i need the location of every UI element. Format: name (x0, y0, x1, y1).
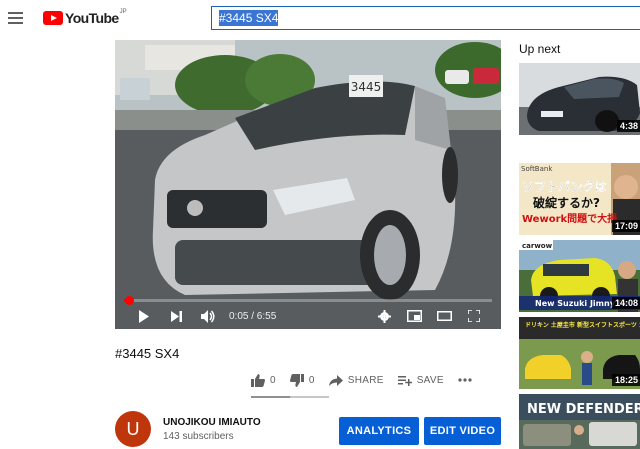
edit-video-button[interactable]: EDIT VIDEO (424, 417, 501, 445)
sentiment-bar-fill (251, 396, 290, 398)
duration-badge: 4:38 (616, 120, 640, 132)
video-title: #3445 SX4 (115, 346, 180, 361)
youtube-play-icon (43, 11, 63, 25)
duration-badge: 18:25 (611, 374, 640, 386)
thumbnail-image: NEW DEFENDER (519, 394, 640, 449)
up-next-item[interactable]: SoftBank ソフトバンクは 破綻するか? Wework問題で大揺 17:0… (519, 163, 640, 235)
subscriber-count: 143 subscribers (163, 431, 234, 442)
thumb-headline-1: ソフトバンクは (522, 180, 607, 194)
play-icon[interactable] (133, 306, 155, 326)
player-controls: 0:05 / 6:55 (115, 304, 501, 328)
volume-icon[interactable] (197, 306, 219, 326)
up-next-item[interactable]: ドリキン 土屋圭市 新型スイフトスポーツ ガチンコテスト!! 18:25 (519, 317, 640, 389)
share-arrow-icon (328, 374, 343, 386)
next-icon[interactable] (165, 306, 187, 326)
up-next-item[interactable]: NEW DEFENDER (519, 394, 640, 449)
miniplayer-icon[interactable] (403, 306, 425, 326)
menu-icon[interactable] (8, 12, 23, 24)
more-actions-icon[interactable] (458, 378, 472, 382)
like-count: 0 (270, 374, 276, 386)
dislike-count: 0 (308, 374, 315, 386)
thumbs-down-icon (289, 373, 304, 387)
up-next-item[interactable]: carwow New Suzuki Jimny Re 14:08 (519, 240, 640, 312)
share-button[interactable]: SHARE (328, 374, 384, 386)
share-label: SHARE (347, 374, 384, 386)
add-to-playlist-icon (397, 375, 412, 386)
up-next-item[interactable]: 4:38 (519, 63, 640, 135)
thumb-headline-3: Wework問題で大揺 (522, 212, 617, 225)
search-input[interactable]: #3445 SX4 (211, 6, 640, 30)
thumb-caption: ドリキン 土屋圭市 新型スイフトスポーツ ガチンコテスト!! (525, 321, 640, 329)
video-player[interactable]: 3445 0:05 / 6:55 (115, 40, 501, 329)
progress-bar[interactable] (124, 296, 492, 305)
thumb-headline-2: 破綻するか? (533, 195, 600, 210)
logo-wordmark: YouTube (65, 10, 119, 26)
thumb-caption: NEW DEFENDER (527, 402, 640, 417)
thumbs-up-icon (251, 373, 265, 387)
youtube-logo[interactable]: YouTube JP (43, 9, 127, 26)
duration-badge: 17:09 (611, 220, 640, 232)
video-actions: 0 0 SHARE SAVE (251, 371, 486, 389)
save-button[interactable]: SAVE (397, 374, 444, 386)
time-display: 0:05 / 6:55 (229, 310, 277, 322)
like-button[interactable]: 0 (251, 373, 276, 387)
logo-region: JP (119, 9, 127, 15)
search-query-text: #3445 SX4 (219, 10, 279, 26)
thumb-brand: carwow (522, 242, 553, 250)
channel-name[interactable]: UNOJIKOU IMIAUTO (163, 417, 261, 428)
thumb-brand: SoftBank (521, 165, 553, 173)
sentiment-bar (251, 396, 329, 398)
up-next-heading: Up next (519, 42, 561, 56)
settings-gear-icon[interactable] (373, 306, 395, 326)
save-label: SAVE (416, 374, 444, 386)
windshield-plate: 3445 (351, 80, 382, 94)
theater-mode-icon[interactable] (433, 306, 455, 326)
dislike-button[interactable]: 0 (289, 373, 315, 387)
video-frame: 3445 (115, 40, 501, 329)
duration-badge: 14:08 (611, 297, 640, 309)
analytics-button[interactable]: ANALYTICS (339, 417, 419, 445)
avatar[interactable]: U (115, 411, 151, 447)
fullscreen-icon[interactable] (463, 306, 485, 326)
